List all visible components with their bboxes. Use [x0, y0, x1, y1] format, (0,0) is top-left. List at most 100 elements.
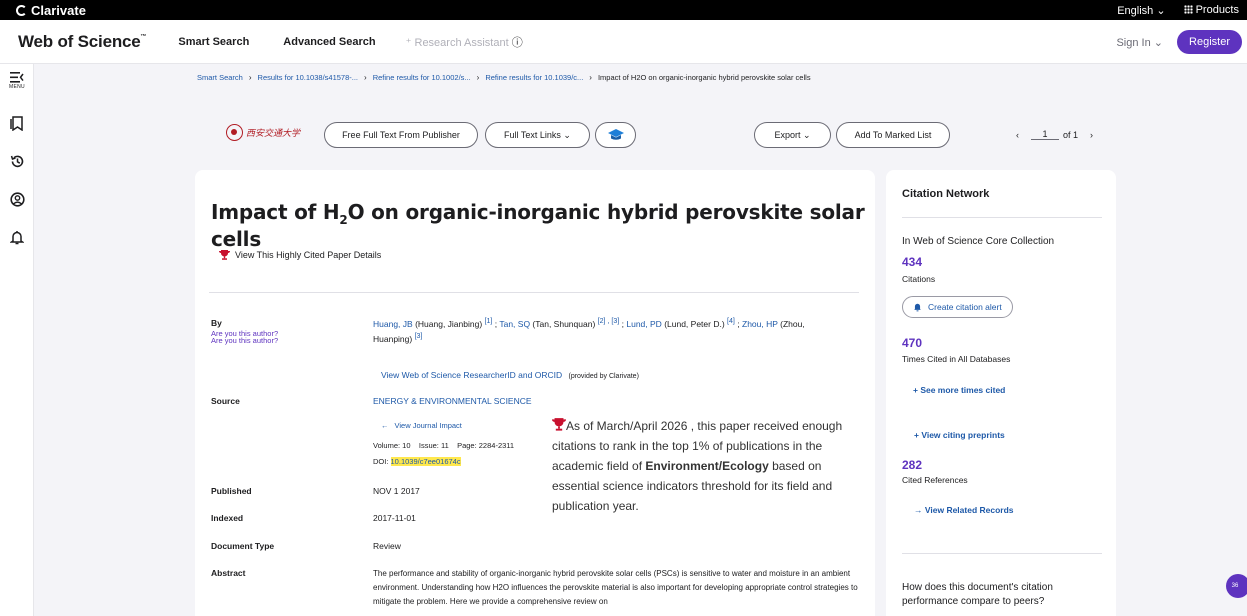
- grid-icon: [1183, 5, 1193, 14]
- next-page-icon[interactable]: ›: [1090, 130, 1093, 140]
- page-number-input[interactable]: 1: [1031, 129, 1059, 140]
- indexed-label: Indexed: [211, 513, 244, 523]
- citation-network-title: Citation Network: [902, 188, 990, 200]
- view-related-records-link[interactable]: → View Related Records: [914, 505, 1014, 515]
- author-link[interactable]: Tan, SQ: [499, 319, 530, 329]
- history-icon: [10, 155, 23, 168]
- citations-count[interactable]: 434: [902, 255, 922, 269]
- chevron-right-icon: ›: [589, 73, 592, 82]
- author-fullname: (Huang, Jianbing): [412, 318, 485, 329]
- author-link[interactable]: Zhou, HP: [742, 319, 778, 329]
- doi-row: DOI: 10.1039/c7ee01674c: [373, 456, 461, 468]
- graduation-cap-icon: [607, 129, 624, 140]
- document-type-label: Document Type: [211, 541, 275, 551]
- menu-toggle[interactable]: MENU: [0, 72, 34, 90]
- trophy-icon: [552, 418, 566, 431]
- app-header: Web of Science™ Smart Search Advanced Se…: [0, 20, 1247, 64]
- breadcrumb-refine-2[interactable]: Refine results for 10.1039/c...: [485, 73, 583, 82]
- nav-smart-search[interactable]: Smart Search: [178, 36, 249, 48]
- journal-impact-link[interactable]: ← View Journal Impact: [373, 420, 462, 432]
- view-citing-preprints-link[interactable]: + View citing preprints: [914, 430, 1005, 440]
- full-text-links-button[interactable]: Full Text Links ⌄: [485, 122, 590, 148]
- products-menu[interactable]: Products: [1183, 4, 1239, 16]
- arrow-left-icon: ←: [381, 421, 389, 430]
- author-link[interactable]: Huang, JB: [373, 319, 413, 329]
- history-nav[interactable]: [0, 154, 34, 169]
- notification-badge[interactable]: 36: [1226, 574, 1247, 598]
- title-part-1: Impact of H: [211, 200, 340, 224]
- author-link[interactable]: Lund, PD: [626, 319, 661, 329]
- citations-label: Citations: [902, 274, 936, 284]
- callout-field: Environment/Ecology: [645, 459, 769, 473]
- chevron-right-icon: ›: [476, 73, 480, 82]
- breadcrumb: Smart Search › Results for 10.1038/s41578…: [197, 73, 811, 82]
- affiliation-ref[interactable]: [4]: [727, 317, 735, 325]
- highly-cited-label: View This Highly Cited Paper Details: [235, 250, 382, 260]
- breadcrumb-results[interactable]: Results for 10.1038/s41578-...: [258, 73, 358, 82]
- by-label: By: [211, 318, 222, 328]
- abstract-text: The performance and stability of organic…: [373, 569, 858, 606]
- nav-research-assistant[interactable]: ⁺ Research Assistant ⓘ: [406, 34, 523, 50]
- language-selector[interactable]: English ⌄: [1117, 4, 1165, 17]
- prev-page-icon[interactable]: ‹: [1016, 130, 1019, 140]
- register-button[interactable]: Register: [1177, 30, 1242, 54]
- bell-icon: [10, 231, 24, 245]
- logo-text: Web of Science: [18, 31, 141, 51]
- create-citation-alert-button[interactable]: Create citation alert: [902, 296, 1013, 318]
- user-circle-icon: [9, 192, 25, 207]
- researcherid-link[interactable]: View Web of Science ResearcherID and ORC…: [381, 370, 562, 380]
- author-fullname: Huanping): [373, 333, 415, 344]
- doi-link[interactable]: 10.1039/c7ee01674c: [390, 457, 461, 466]
- institution-logo[interactable]: 西安交通大学: [226, 124, 300, 141]
- indexed-value: 2017-11-01: [373, 513, 416, 523]
- breadcrumb-smart-search[interactable]: Smart Search: [197, 73, 243, 82]
- author-prompts: Are you this author? Are you this author…: [211, 330, 278, 345]
- clarivate-logo[interactable]: Clarivate: [16, 3, 86, 18]
- profile-nav[interactable]: [0, 192, 34, 207]
- clarivate-brand-text: Clarivate: [31, 2, 86, 18]
- export-button[interactable]: Export ⌄: [754, 122, 831, 148]
- web-of-science-logo[interactable]: Web of Science™: [18, 31, 147, 52]
- institution-logo-text: 西安交通大学: [246, 129, 301, 139]
- author-fullname: (Zhou,: [777, 318, 805, 329]
- document-type-value: Review: [373, 541, 401, 551]
- citation-network-panel: Citation Network In Web of Science Core …: [886, 170, 1116, 616]
- see-more-times-cited-link[interactable]: + See more times cited: [913, 385, 1005, 395]
- nav-advanced-search[interactable]: Advanced Search: [283, 36, 375, 48]
- volume-issue-pages: Volume: 10 Issue: 11 Page: 2284-2311: [373, 441, 515, 450]
- research-assistant-label: Research Assistant: [414, 36, 509, 49]
- author-line-2: Huanping) [3]: [373, 330, 863, 345]
- cited-references-count[interactable]: 282: [902, 458, 922, 472]
- times-cited-label: Times Cited in All Databases: [902, 354, 1011, 364]
- products-label: Products: [1195, 4, 1239, 16]
- logo-tm: ™: [140, 33, 147, 40]
- breadcrumb-refine-1[interactable]: Refine results for 10.1002/s...: [373, 73, 471, 82]
- author-fullname: (Tan, Shunquan): [530, 318, 598, 329]
- published-label: Published: [211, 486, 252, 496]
- add-to-marked-list-button[interactable]: Add To Marked List: [836, 122, 950, 148]
- are-you-author-link[interactable]: Are you this author?: [211, 337, 278, 345]
- source-label: Source: [211, 396, 240, 406]
- breadcrumb-current: Impact of H2O on organic-inorganic hybri…: [597, 73, 811, 82]
- affiliation-ref[interactable]: [3]: [415, 332, 423, 340]
- page-total: of 1: [1063, 129, 1079, 140]
- citation-performance-question: How does this document's citation perfor…: [902, 582, 1053, 607]
- global-topbar: Clarivate English ⌄ Products: [0, 0, 1247, 20]
- times-cited-count[interactable]: 470: [902, 336, 922, 350]
- sparkle-icon: ⁺: [405, 36, 415, 49]
- trophy-icon: [219, 250, 230, 260]
- chevron-right-icon: ›: [248, 73, 252, 82]
- sign-in-menu[interactable]: Sign In ⌄: [1116, 36, 1163, 49]
- highly-cited-link[interactable]: View This Highly Cited Paper Details: [219, 250, 381, 260]
- free-full-text-button[interactable]: Free Full Text From Publisher: [324, 122, 478, 148]
- journal-impact-label: View Journal Impact: [394, 421, 462, 430]
- library-link-button[interactable]: [595, 122, 636, 148]
- alerts-nav[interactable]: [0, 230, 34, 245]
- menu-icon: [10, 72, 24, 83]
- author-line-1: Huang, JB (Huang, Jianbing) [1] ; Tan, S…: [373, 315, 863, 330]
- source-journal-link[interactable]: ENERGY & ENVIRONMENTAL SCIENCE: [373, 395, 532, 407]
- affiliation-ref[interactable]: [2] , [3]: [598, 317, 620, 325]
- marked-list-nav[interactable]: [0, 116, 34, 131]
- published-value: NOV 1 2017: [373, 486, 420, 496]
- record-pager: ‹ 1 of 1 ›: [1016, 129, 1093, 140]
